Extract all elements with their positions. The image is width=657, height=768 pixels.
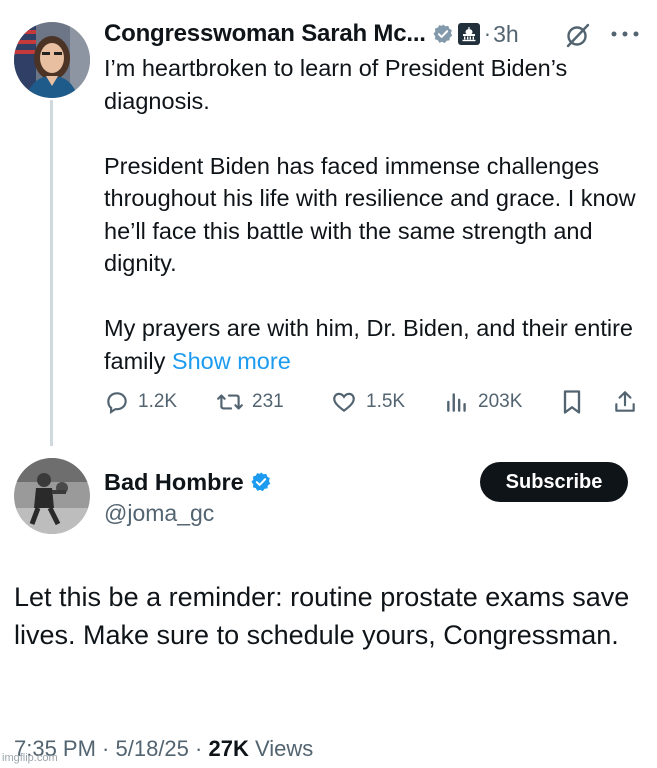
- tweet-meta: 7:35 PM · 5/18/25 · 27K Views: [14, 736, 314, 761]
- heart-icon: [333, 392, 355, 413]
- reply-tweet-text: Let this be a reminder: routine prostate…: [14, 582, 630, 650]
- views-label: Views: [254, 736, 314, 761]
- watermark: imgflip.com: [2, 752, 58, 764]
- like-button[interactable]: 1.5K: [330, 386, 405, 418]
- views-icon: [447, 393, 466, 412]
- tweet-date[interactable]: 5/18/25: [116, 736, 189, 761]
- share-icon: [615, 391, 635, 412]
- reply-author-avatar[interactable]: [14, 458, 90, 534]
- reply-button[interactable]: 1.2K: [104, 386, 177, 418]
- thread-line: [50, 100, 53, 446]
- verified-badge-icon: [251, 472, 270, 492]
- subscribe-button[interactable]: Subscribe: [480, 462, 628, 502]
- share-button[interactable]: [612, 386, 638, 418]
- tweet-paragraph: I’m heartbroken to learn of President Bi…: [104, 55, 568, 114]
- like-count: 1.5K: [366, 391, 406, 412]
- original-tweet-text: I’m heartbroken to learn of President Bi…: [104, 52, 644, 377]
- reply-author-row: Bad Hombre: [104, 466, 272, 498]
- more-icon[interactable]: [610, 30, 640, 38]
- repost-button[interactable]: 231: [216, 386, 284, 418]
- separator-dot: ·: [483, 21, 492, 46]
- tweet-actions: 1.2K 231 1.5K 203K: [104, 386, 644, 418]
- reply-author-name[interactable]: Bad Hombre: [104, 469, 244, 496]
- author-avatar[interactable]: [14, 22, 90, 98]
- repost-icon: [217, 394, 243, 410]
- author-name[interactable]: Congresswoman Sarah Mc...: [104, 20, 426, 48]
- reply-author-handle[interactable]: @joma_gc: [104, 500, 214, 527]
- views-total: 27K: [208, 736, 249, 761]
- verified-badge-icon: [433, 24, 452, 44]
- tweet-paragraph-last: My prayers are with him, Dr. Biden, and …: [104, 312, 644, 377]
- show-more-link[interactable]: Show more: [172, 348, 291, 374]
- bookmark-icon: [563, 390, 581, 414]
- tweet-time[interactable]: 3h: [493, 21, 519, 48]
- views-button[interactable]: 203K: [444, 386, 522, 418]
- repost-count: 231: [252, 391, 284, 412]
- tweet-paragraph: President Biden has faced immense challe…: [104, 152, 636, 277]
- grok-icon[interactable]: [563, 20, 593, 50]
- reply-count: 1.2K: [138, 391, 178, 412]
- bookmark-button[interactable]: [560, 386, 584, 418]
- capitol-icon: [457, 23, 480, 45]
- reply-icon: [107, 392, 127, 414]
- views-count: 203K: [478, 391, 523, 412]
